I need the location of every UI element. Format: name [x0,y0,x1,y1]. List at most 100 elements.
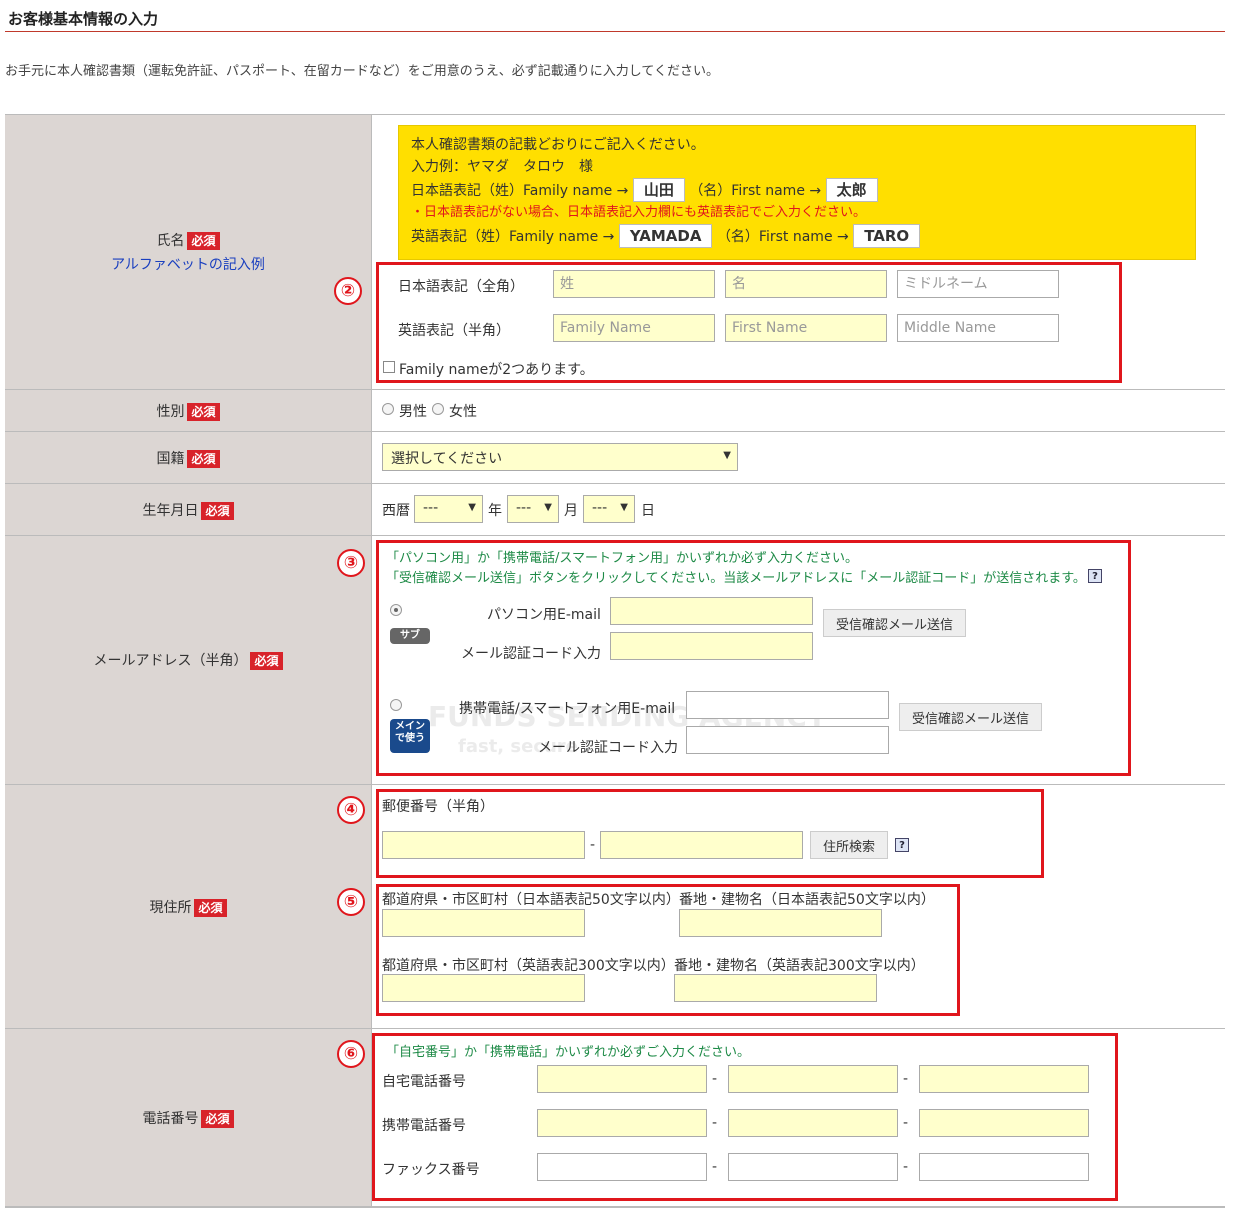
required-badge: 必須 [187,402,220,421]
help-icon[interactable]: ? [1088,569,1102,583]
era-label: 西暦 [382,503,410,519]
street-en-label: 番地・建物名（英語表記300文字以内） [674,958,925,974]
home-phone-1-input[interactable] [537,1065,707,1093]
name-label-cell: 氏名 必須 アルファベットの記入例 [5,115,372,390]
email-pc-primary-radio[interactable] [390,604,402,616]
alphabet-example-link[interactable]: アルファベットの記入例 [111,254,265,274]
zip-first-input[interactable] [382,831,585,859]
address-label-cell: 現住所 必須 [5,785,372,1029]
pc-email-label: パソコン用E-mail [487,607,601,623]
name-notice-box: 本人確認書類の記載どおりにご記入ください。 入力例：ヤマダ タロウ 様 日本語表… [398,125,1196,260]
mobile-phone-label: 携帯電話番号 [382,1118,466,1134]
fax-2-input[interactable] [728,1153,898,1181]
gender-female-label: 女性 [449,404,477,420]
pref-jp-label: 都道府県・市区町村（日本語表記50文字以内） [382,892,680,908]
gender-value-cell [372,390,1225,432]
birth-month-select[interactable]: --- ▼ [507,495,559,523]
home-phone-2-input[interactable] [728,1065,898,1093]
chevron-down-icon: ▼ [620,502,628,513]
two-family-names-label: Family nameが2つあります。 [399,362,594,378]
phone-dash: - [903,1159,909,1175]
mobile-email-input[interactable] [686,691,889,719]
nationality-label-cell: 国籍 必須 [5,432,372,484]
fax-label: ファックス番号 [382,1162,480,1178]
mobile-phone-1-input[interactable] [537,1109,707,1137]
birthday-label-cell: 生年月日 必須 [5,484,372,536]
birthday-label: 生年月日 [142,502,199,519]
phone-label-cell: 電話番号 必須 [5,1029,372,1207]
street-en-input[interactable] [674,974,877,1002]
mobile-code-input[interactable] [686,726,889,754]
mobile-phone-3-input[interactable] [919,1109,1089,1137]
fax-1-input[interactable] [537,1153,707,1181]
jp-first-name-input[interactable]: 名 [725,270,887,298]
jp-family-name-input[interactable]: 姓 [553,270,715,298]
example-family-en: YAMADA [618,224,713,248]
email-label-cell: メールアドレス（半角） 必須 [5,536,372,785]
gender-male-radio[interactable] [382,403,394,415]
required-badge: 必須 [187,232,220,250]
example-first-jp: 太郎 [825,178,878,202]
pc-code-input[interactable] [610,632,813,660]
fax-3-input[interactable] [919,1153,1089,1181]
pc-send-confirm-button[interactable]: 受信確認メール送信 [823,609,966,637]
pref-jp-input[interactable] [382,909,585,937]
example-first-en: TARO [853,224,921,248]
phone-dash: - [712,1159,718,1175]
phone-note: 「自宅番号」か「携帯電話」かいずれか必ずご入力ください。 [386,1045,751,1060]
zip-second-input[interactable] [600,831,803,859]
en-family-name-input[interactable]: Family Name [553,314,715,342]
street-jp-label: 番地・建物名（日本語表記50文字以内） [679,892,935,908]
address-search-button[interactable]: 住所検索 [810,831,888,859]
mobile-send-confirm-button[interactable]: 受信確認メール送信 [899,703,1042,731]
marker-5: ⑤ [337,888,365,916]
sub-badge: サブ [390,628,430,644]
email-note-2: 「受信確認メール送信」ボタンをクリックしてください。当該メールアドレスに「メール… [386,571,1086,586]
chevron-down-icon: ▼ [468,502,476,513]
notice-red: ・日本語表記がない場合、日本語表記入力欄にも英語表記でご入力ください。 [411,205,867,220]
home-phone-3-input[interactable] [919,1065,1089,1093]
required-badge: 必須 [187,449,220,468]
nationality-select[interactable]: 選択してください ▼ [382,443,738,471]
two-family-names-checkbox[interactable] [383,361,395,373]
help-icon[interactable]: ? [895,838,909,852]
chevron-down-icon: ▼ [723,450,731,461]
phone-dash: - [712,1071,718,1087]
marker-3: ③ [337,549,365,577]
name-label: 氏名 [156,233,185,249]
mobile-phone-2-input[interactable] [728,1109,898,1137]
phone-dash: - [903,1115,909,1131]
jp-middle-name-input[interactable]: ミドルネーム [897,270,1059,298]
en-name-row-label: 英語表記（半角） [398,323,510,339]
intro-text: お手元に本人確認書類（運転免許証、パスポート、在留カードなど）をご用意のうえ、必… [5,64,719,79]
marker-4: ④ [337,796,365,824]
home-phone-label: 自宅電話番号 [382,1074,466,1090]
mobile-email-label: 携帯電話/スマートフォン用E-mail [459,701,676,717]
address-label: 現住所 [149,899,192,916]
birth-year-select[interactable]: --- ▼ [414,495,483,523]
main-badge: メイン で使う [390,719,430,753]
required-badge: 必須 [194,898,227,917]
gender-female-radio[interactable] [432,403,444,415]
chevron-down-icon: ▼ [544,502,552,513]
notice-example: 入力例：ヤマダ タロウ 様 [411,159,593,175]
required-badge: 必須 [201,501,234,520]
nationality-label: 国籍 [156,450,185,467]
en-first-name-input[interactable]: First Name [725,314,887,342]
phone-dash: - [903,1071,909,1087]
title-divider [5,31,1225,32]
street-jp-input[interactable] [679,909,882,937]
email-mobile-primary-radio[interactable] [390,699,402,711]
notice-line: 本人確認書類の記載どおりにご記入ください。 [411,137,705,153]
pref-en-input[interactable] [382,974,585,1002]
pc-email-input[interactable] [610,597,813,625]
notice-jp-example: 日本語表記（姓）Family name → 山田 （名）First name →… [411,178,1183,202]
gender-label-cell: 性別 必須 [5,390,372,432]
en-middle-name-input[interactable]: Middle Name [897,314,1059,342]
zip-label: 郵便番号（半角） [382,799,494,815]
month-label: 月 [564,503,578,519]
birth-day-select[interactable]: --- ▼ [583,495,635,523]
mobile-code-label: メール認証コード入力 [538,740,678,756]
required-badge: 必須 [201,1109,234,1128]
marker-6: ⑥ [337,1040,365,1068]
